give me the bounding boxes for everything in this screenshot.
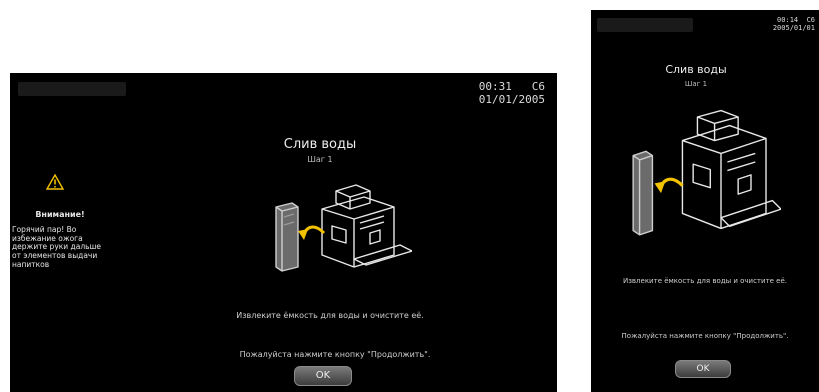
status-code: C6 [531, 80, 545, 93]
continue-prompt: Пожалуйста нажмите кнопку "Продолжить". [621, 332, 789, 340]
page-title: Слив воды [283, 137, 357, 152]
time-value: 00:31 [478, 80, 512, 93]
coffee-machine-screen-small: 00:14 C6 2005/01/01 Слив воды Шаг 1 Извл… [591, 10, 819, 392]
date-value: 01/01/2005 [478, 92, 545, 106]
datetime-display: 00:14 C6 2005/01/01 [773, 16, 815, 32]
datetime-display: 00:31 C6 01/01/2005 [478, 80, 545, 106]
page-title: Слив воды [665, 63, 727, 76]
warning-heading: Внимание! [35, 210, 85, 219]
status-code: C6 [806, 16, 815, 24]
instruction-text: Извлеките ёмкость для воды и очистите её… [236, 311, 424, 320]
instruction-text: Извлеките ёмкость для воды и очистите её… [622, 277, 788, 285]
brand-logo [597, 18, 693, 32]
ok-button[interactable]: OK [294, 366, 352, 386]
coffee-machine-illustration [275, 184, 412, 272]
brand-logo [18, 82, 126, 96]
date-value: 2005/01/01 [772, 24, 815, 33]
step-label: Шаг 1 [307, 155, 333, 164]
warning-icon [46, 174, 64, 190]
time-value: 00:14 [777, 16, 799, 24]
coffee-machine-screen-large: 00:31 C6 01/01/2005 Слив воды Шаг 1 Вним… [10, 73, 557, 392]
warning-text: Горячий пар! Во избежание ожога держите … [12, 225, 102, 269]
ok-button[interactable]: OK [675, 360, 731, 378]
coffee-machine-illustration [632, 109, 781, 236]
continue-prompt: Пожалуйста нажмите кнопку "Продолжить". [239, 350, 431, 359]
step-label: Шаг 1 [684, 80, 708, 88]
